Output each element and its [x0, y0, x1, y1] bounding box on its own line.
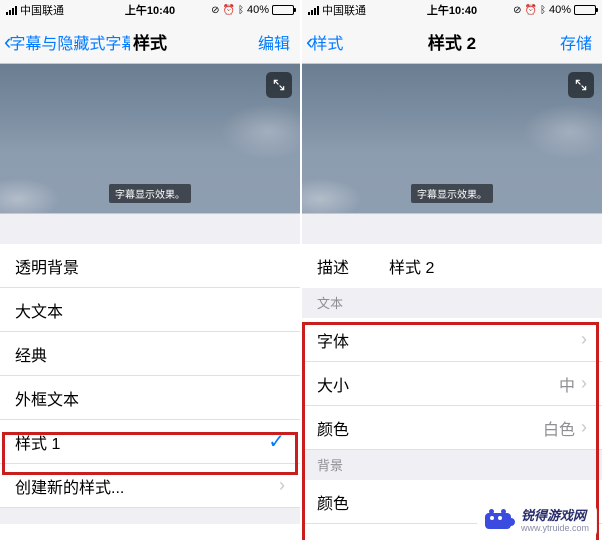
signal-icon — [6, 6, 17, 15]
orientation-lock-icon: ⊘ — [513, 5, 521, 16]
status-bar: 中国联通 上午10:40 ⊘ ⏰ ᛒ 40% — [0, 0, 300, 20]
signal-icon — [308, 6, 319, 15]
row-label: 描述 — [317, 254, 349, 278]
style-option[interactable]: 大文本 — [0, 288, 300, 332]
chevron-right-icon: › — [581, 329, 587, 350]
back-button[interactable]: ‹ 字幕与隐藏式字幕 — [0, 30, 130, 54]
caption-sample: 字幕显示效果。 — [109, 184, 191, 203]
row-label: 经典 — [15, 342, 47, 366]
alarm-icon: ⏰ — [525, 5, 537, 16]
row-label: 字体 — [317, 328, 349, 352]
row-label: 颜色 — [317, 416, 349, 440]
nav-bar: ‹ 字幕与隐藏式字幕 样式 编辑 — [0, 20, 300, 64]
back-label: 样式 — [311, 30, 343, 54]
font-row[interactable]: 字体 › — [302, 318, 602, 362]
row-label: 颜色 — [317, 490, 349, 514]
bluetooth-icon: ᛒ — [238, 5, 244, 16]
chevron-right-icon: › — [581, 373, 587, 394]
page-title: 样式 — [133, 29, 167, 54]
style-option[interactable]: 经典 — [0, 332, 300, 376]
battery-pct: 40% — [549, 4, 571, 16]
expand-icon — [272, 78, 286, 92]
row-value: 白色 — [543, 416, 575, 440]
expand-icon — [574, 78, 588, 92]
row-label: 创建新的样式... — [15, 474, 124, 498]
row-label: 透明背景 — [15, 254, 79, 278]
watermark: 锐得游戏网 www.ytruide.com — [477, 505, 597, 537]
watermark-brand: 锐得游戏网 — [521, 509, 589, 523]
back-label: 字幕与隐藏式字幕 — [9, 30, 130, 54]
back-button[interactable]: ‹ 样式 — [302, 30, 343, 54]
size-row[interactable]: 大小 中 › — [302, 362, 602, 406]
bluetooth-icon: ᛒ — [540, 5, 546, 16]
screen-styles-list: 中国联通 上午10:40 ⊘ ⏰ ᛒ 40% ‹ 字幕与隐藏式字幕 样式 编辑 — [0, 0, 300, 524]
row-label: 大小 — [317, 372, 349, 396]
battery-pct: 40% — [247, 4, 269, 16]
style-option[interactable]: 透明背景 — [0, 244, 300, 288]
save-button[interactable]: 存储 — [560, 30, 592, 54]
chevron-right-icon: › — [279, 475, 285, 496]
orientation-lock-icon: ⊘ — [211, 5, 219, 16]
row-label: 外框文本 — [15, 386, 79, 410]
style-option[interactable]: 外框文本 — [0, 376, 300, 420]
battery-icon — [574, 5, 596, 15]
expand-button[interactable] — [568, 72, 594, 98]
carrier-label: 中国联通 — [20, 2, 64, 18]
battery-icon — [272, 5, 294, 15]
caption-sample: 字幕显示效果。 — [411, 184, 493, 203]
description-value: 样式 2 — [389, 254, 434, 278]
alarm-icon: ⏰ — [223, 5, 235, 16]
row-value: 中 — [559, 372, 575, 396]
clock-label: 上午10:40 — [427, 2, 477, 18]
expand-button[interactable] — [266, 72, 292, 98]
row-label: 大文本 — [15, 298, 63, 322]
color-row[interactable]: 颜色 白色 › — [302, 406, 602, 450]
watermark-url: www.ytruide.com — [521, 523, 589, 533]
screen-style-edit: 中国联通 上午10:40 ⊘ ⏰ ᛒ 40% ‹ 样式 样式 2 存储 — [302, 0, 602, 524]
chevron-right-icon: › — [581, 417, 587, 438]
carrier-label: 中国联通 — [322, 2, 366, 18]
status-bar: 中国联通 上午10:40 ⊘ ⏰ ᛒ 40% — [302, 0, 602, 20]
nav-bar: ‹ 样式 样式 2 存储 — [302, 20, 602, 64]
row-label: 样式 1 — [15, 430, 60, 454]
section-header-background: 背景 — [302, 450, 602, 480]
preview-pane: 字幕显示效果。 — [0, 64, 300, 214]
edit-button[interactable]: 编辑 — [258, 30, 290, 54]
description-row[interactable]: 描述 样式 2 — [302, 244, 602, 288]
style-option-selected[interactable]: 样式 1 ✓ — [0, 420, 300, 464]
section-header-text: 文本 — [302, 288, 602, 318]
create-new-style-button[interactable]: 创建新的样式... › — [0, 464, 300, 508]
clock-label: 上午10:40 — [125, 2, 175, 18]
preview-pane: 字幕显示效果。 — [302, 64, 602, 214]
page-title: 样式 2 — [428, 29, 476, 54]
watermark-logo-icon — [485, 510, 515, 532]
checkmark-icon: ✓ — [268, 429, 285, 454]
